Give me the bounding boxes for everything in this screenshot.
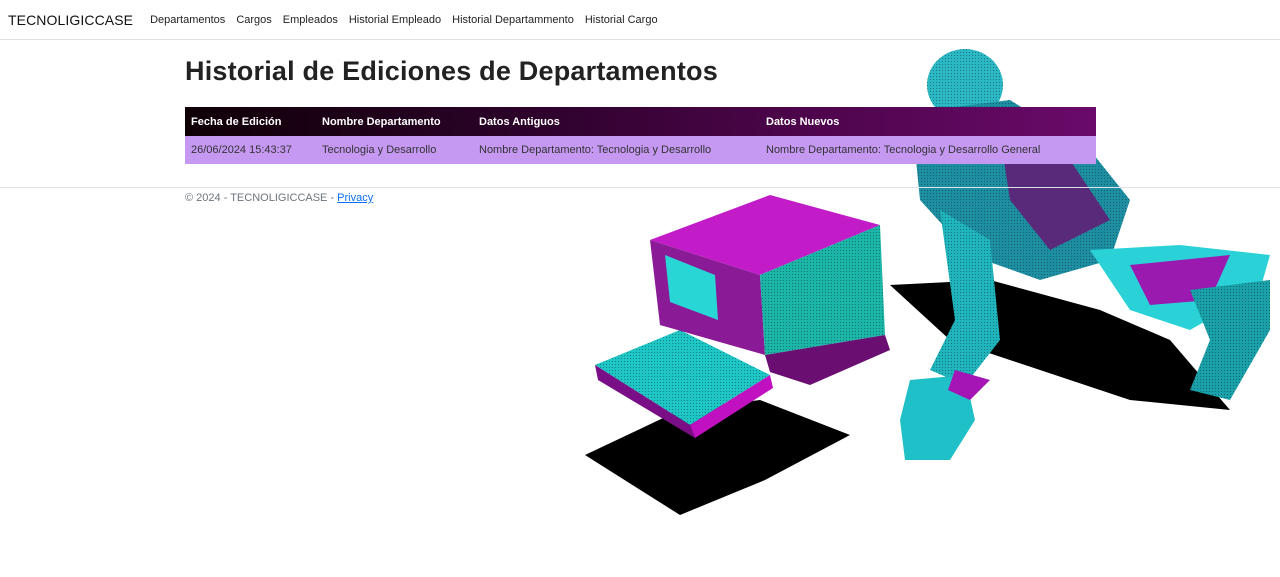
cell-datos-antiguos: Nombre Departamento: Tecnologia y Desarr… — [479, 144, 712, 156]
table-header-row: Fecha de Edición Nombre Departamento Dat… — [185, 107, 1096, 136]
privacy-link[interactable]: Privacy — [337, 192, 373, 204]
history-table: Fecha de Edición Nombre Departamento Dat… — [185, 107, 1096, 164]
nav-link-historial-empleado[interactable]: Historial Empleado — [349, 14, 441, 26]
column-header-datos-nuevos: Datos Nuevos — [766, 115, 840, 128]
brand-link[interactable]: TECNOLIGICCASE — [8, 12, 133, 28]
column-header-nombre-departamento: Nombre Departamento — [322, 115, 441, 128]
main-content: Historial de Ediciones de Departamentos … — [185, 40, 1096, 164]
cell-datos-nuevos: Nombre Departamento: Tecnologia y Desarr… — [766, 144, 1041, 156]
top-navbar: TECNOLIGICCASE Departamentos Cargos Empl… — [0, 0, 1280, 40]
column-header-fecha: Fecha de Edición — [191, 115, 282, 128]
nav-link-departamentos[interactable]: Departamentos — [150, 14, 225, 26]
nav-link-empleados[interactable]: Empleados — [283, 14, 338, 26]
page-title: Historial de Ediciones de Departamentos — [185, 56, 718, 86]
table-row: 26/06/2024 15:43:37 Tecnologia y Desarro… — [185, 136, 1096, 164]
table-header: Fecha de Edición Nombre Departamento Dat… — [185, 107, 1096, 136]
nav-link-historial-departamento[interactable]: Historial Departammento — [452, 14, 574, 26]
nav-link-historial-cargo[interactable]: Historial Cargo — [585, 14, 658, 26]
footer-text: © 2024 - TECNOLIGICCASE - Privacy — [185, 192, 373, 204]
copyright-text: © 2024 - TECNOLIGICCASE - — [185, 192, 338, 204]
nav-link-cargos[interactable]: Cargos — [236, 14, 271, 26]
footer: © 2024 - TECNOLIGICCASE - Privacy — [0, 187, 1280, 204]
cell-nombre-departamento: Tecnologia y Desarrollo — [322, 144, 437, 156]
column-header-datos-antiguos: Datos Antiguos — [479, 115, 560, 128]
cell-fecha: 26/06/2024 15:43:37 — [191, 144, 292, 156]
